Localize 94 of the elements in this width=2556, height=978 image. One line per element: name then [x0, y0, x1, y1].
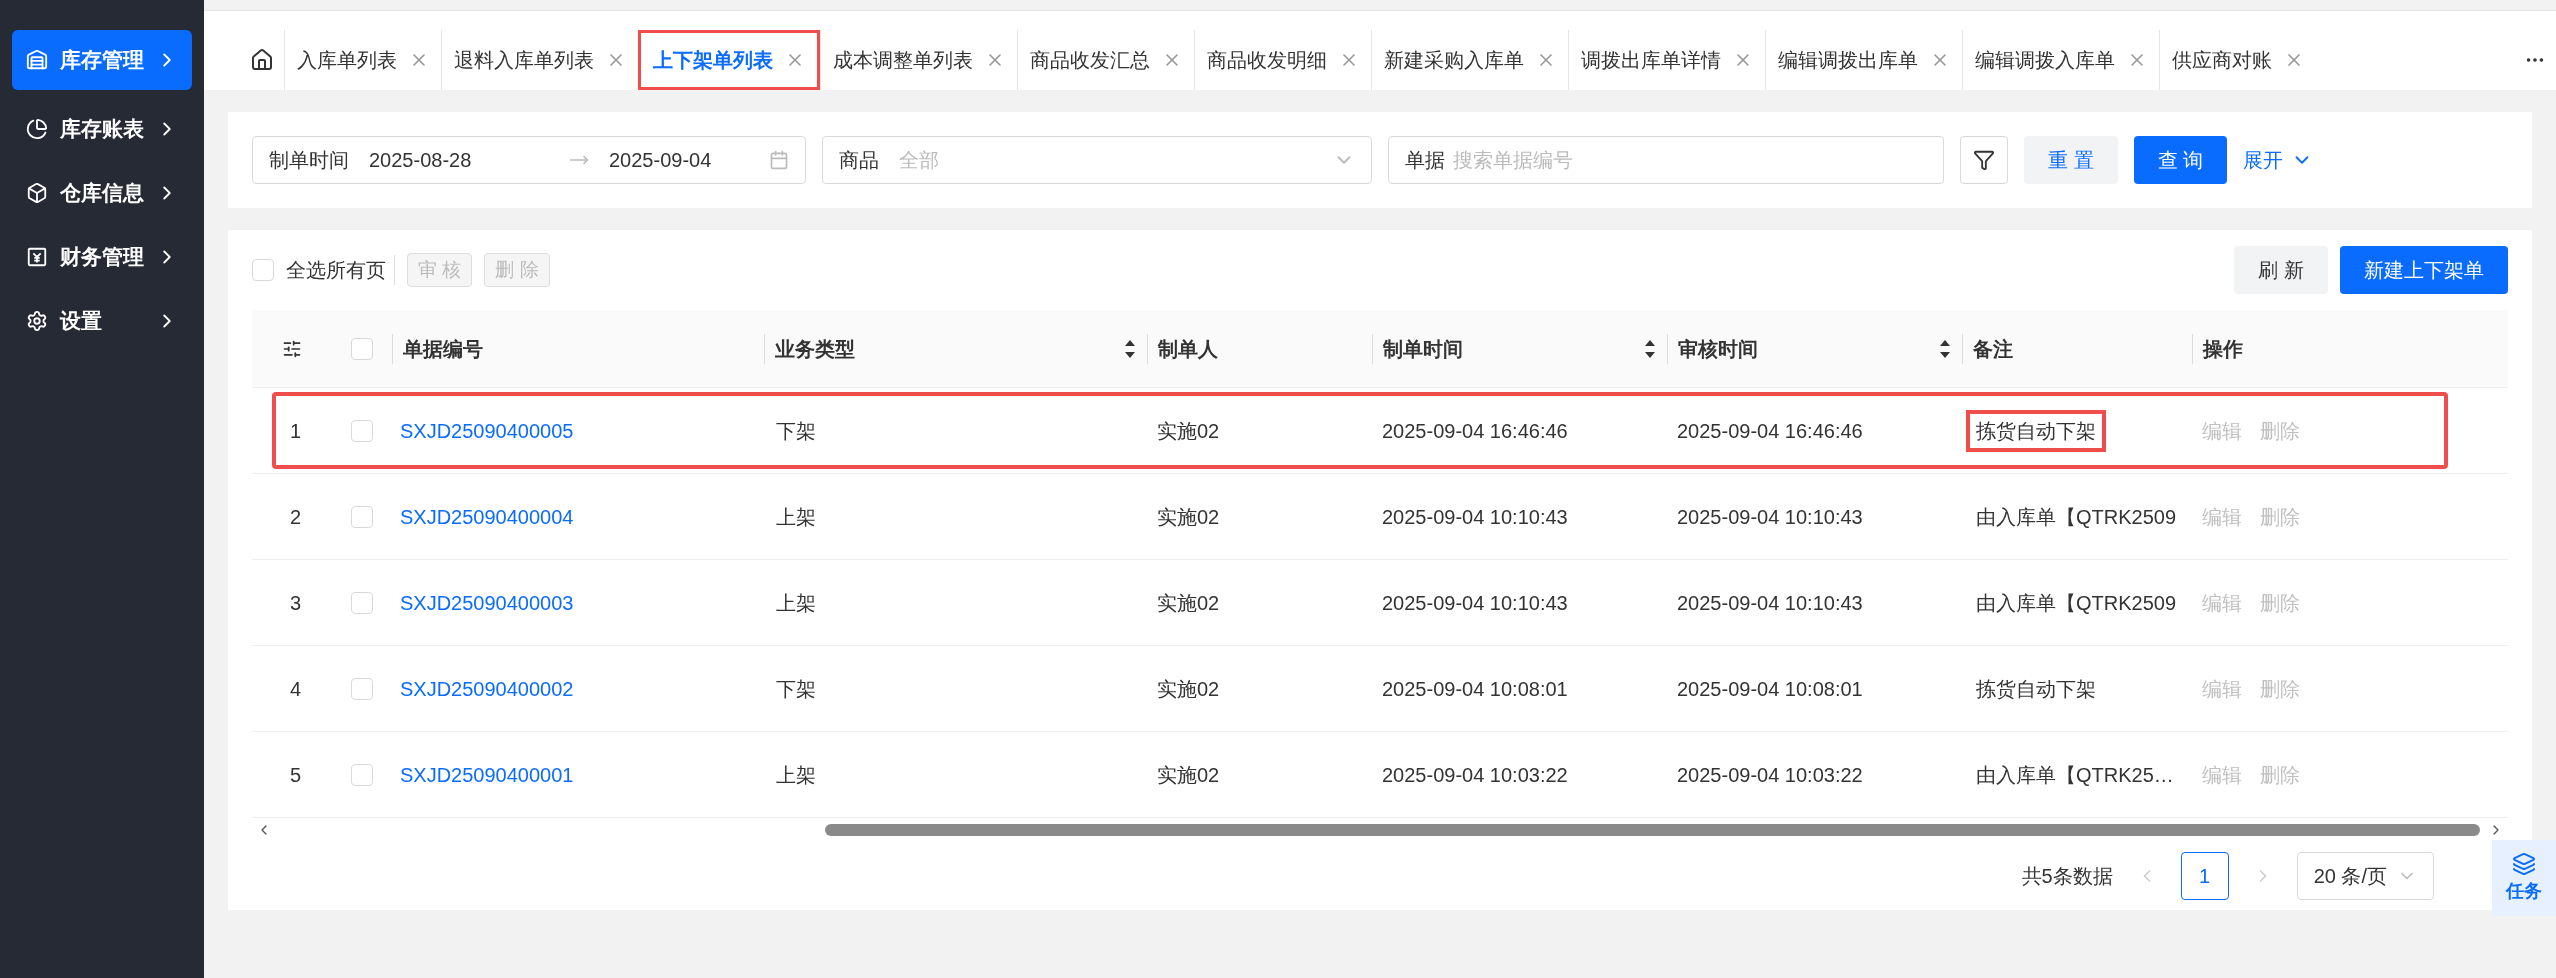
- tab[interactable]: 上下架单列表: [638, 30, 820, 90]
- settings-icon: [26, 310, 48, 332]
- row-checkbox[interactable]: [351, 505, 373, 528]
- table-cell-text: 下架: [775, 418, 817, 444]
- table-cell-text: 2025-09-04 10:08:01: [1381, 676, 1569, 702]
- product-select[interactable]: 商品 全部: [822, 136, 1372, 184]
- row-index: 1: [290, 418, 303, 444]
- home-icon[interactable]: [250, 48, 274, 72]
- tab[interactable]: 调拨出库单详情: [1568, 30, 1765, 90]
- doc-search-field[interactable]: 单据 搜索单据编号: [1388, 136, 1944, 184]
- table-cell-text: 2025-09-04 10:03:22: [1381, 762, 1569, 788]
- tab[interactable]: 商品收发明细: [1194, 30, 1371, 90]
- document-number-link[interactable]: SXJD25090400005: [392, 415, 764, 446]
- query-button[interactable]: 查 询: [2133, 136, 2228, 184]
- row-checkbox[interactable]: [351, 419, 373, 442]
- table-row[interactable]: 1 SXJD25090400005 下架 实施02 2025-09-04 16:46:46 2025-09-04 16:46:46 拣货自动下架 编辑 删除: [252, 388, 2508, 474]
- table-cell-text: 2025-09-04 10:03:22: [1676, 762, 1864, 788]
- column-settings-icon[interactable]: [282, 338, 302, 359]
- expand-link[interactable]: 展开: [2243, 145, 2314, 175]
- table-cell-text: 2025-09-04 10:10:43: [1381, 504, 1569, 530]
- row-index: 3: [290, 590, 303, 616]
- yuan-box-icon: [26, 246, 48, 268]
- warehouse-icon: [26, 49, 48, 71]
- row-checkbox[interactable]: [351, 763, 373, 786]
- table-cell-text: 上架: [775, 590, 817, 616]
- page-button[interactable]: 1: [2180, 852, 2229, 900]
- table-row[interactable]: 3 SXJD25090400003 上架 实施02 2025-09-04 10:10:43 2025-09-04 10:10:43 由入库单【QTRK2509 编辑 删除: [252, 560, 2508, 646]
- row-checkbox[interactable]: [351, 591, 373, 614]
- table-cell-text: 实施02: [1156, 590, 1221, 616]
- table-cell-text: 实施02: [1156, 762, 1221, 788]
- refresh-button[interactable]: 刷 新: [2234, 246, 2328, 294]
- sidebar-item[interactable]: 仓库信息: [12, 168, 192, 218]
- cube-icon: [26, 182, 48, 204]
- column-title: 制单时间: [1383, 336, 1463, 362]
- page-size-select[interactable]: 20 条/页: [2296, 852, 2434, 900]
- tab[interactable]: 商品收发汇总: [1017, 30, 1194, 90]
- create-button[interactable]: 新建上下架单: [2340, 246, 2508, 294]
- table-cell-text: 2025-09-04 10:10:43: [1676, 504, 1864, 530]
- table-cell-text: 下架: [775, 676, 817, 702]
- select-all-label[interactable]: 全选所有页: [286, 255, 395, 285]
- total-count: 共5条数据: [2021, 864, 2113, 889]
- tab[interactable]: 成本调整单列表: [820, 30, 1017, 90]
- row-index: 4: [290, 676, 303, 702]
- pie-chart-icon: [26, 118, 48, 140]
- column-title: 单据编号: [403, 336, 483, 362]
- remark-cell-text: 由入库单【QTRK2509: [1975, 504, 2178, 530]
- table-cell-text: 2025-09-04 10:10:43: [1381, 590, 1569, 616]
- tab[interactable]: 编辑调拨入库单: [1962, 30, 2159, 90]
- table-cell-text: 上架: [775, 762, 817, 788]
- tab[interactable]: 退料入库单列表: [441, 30, 638, 90]
- table-cell-text: 实施02: [1156, 504, 1221, 530]
- sidebar-item[interactable]: 财务管理: [12, 232, 192, 282]
- doc-search-input[interactable]: 搜索单据编号: [1453, 145, 1927, 175]
- tab[interactable]: 新建采购入库单: [1371, 30, 1568, 90]
- calendar-icon: [769, 150, 789, 170]
- header-checkbox[interactable]: [351, 337, 373, 360]
- table-cell-text: 2025-09-04 10:08:01: [1676, 676, 1864, 702]
- table-cell-text: 2025-09-04 16:46:46: [1381, 418, 1569, 444]
- column-title: 操作: [2203, 336, 2243, 362]
- tab[interactable]: 入库单列表: [284, 30, 441, 90]
- row-index: 5: [290, 762, 303, 788]
- filter-icon[interactable]: [1960, 136, 2008, 184]
- table-row[interactable]: 4 SXJD25090400002 下架 实施02 2025-09-04 10:08:01 2025-09-04 10:08:01 拣货自动下架 编辑 删除: [252, 646, 2508, 732]
- remark-cell-text: 由入库单【QTRK2509: [1975, 590, 2178, 616]
- sidebar-item[interactable]: 库存管理: [12, 30, 192, 90]
- layers-icon: [2512, 851, 2536, 876]
- tab[interactable]: 编辑调拨出库单: [1765, 30, 1962, 90]
- document-number-link[interactable]: SXJD25090400003: [392, 587, 764, 618]
- tab[interactable]: 供应商对账: [2159, 30, 2316, 90]
- row-checkbox[interactable]: [351, 677, 373, 700]
- column-title: 备注: [1973, 336, 2013, 362]
- date-range-field[interactable]: 制单时间 2025-08-28 2025-09-04: [252, 136, 806, 184]
- table-cell-text: 2025-09-04 16:46:46: [1676, 418, 1864, 444]
- table-row[interactable]: 5 SXJD25090400001 上架 实施02 2025-09-04 10:03:22 2025-09-04 10:03:22 由入库单【QTRK25… 编辑 删除: [252, 732, 2508, 818]
- table-cell-text: 上架: [775, 504, 817, 530]
- column-title: 审核时间: [1678, 336, 1758, 362]
- table-cell-text: 2025-09-04 10:10:43: [1676, 590, 1864, 616]
- reset-button[interactable]: 重 置: [2024, 136, 2118, 184]
- remark-cell-text: 由入库单【QTRK25…: [1975, 762, 2175, 788]
- table-cell-text: 实施02: [1156, 418, 1221, 444]
- document-number-link[interactable]: SXJD25090400001: [392, 759, 764, 790]
- column-title: 制单人: [1158, 336, 1218, 362]
- task-button[interactable]: 任务: [2492, 840, 2556, 916]
- table-row[interactable]: 2 SXJD25090400004 上架 实施02 2025-09-04 10:10:43 2025-09-04 10:10:43 由入库单【QTRK2509 编辑 删除: [252, 474, 2508, 560]
- remark-cell-text: 拣货自动下架: [1975, 676, 2097, 702]
- table-cell-text: 实施02: [1156, 676, 1221, 702]
- select-all-checkbox[interactable]: [252, 259, 274, 281]
- row-index: 2: [290, 504, 303, 530]
- remark-cell: 拣货自动下架: [1966, 409, 2106, 452]
- sidebar-item[interactable]: 库存账表: [12, 104, 192, 154]
- document-number-link[interactable]: SXJD25090400002: [392, 673, 764, 704]
- document-number-link[interactable]: SXJD25090400004: [392, 501, 764, 532]
- sidebar-item[interactable]: 设置: [12, 296, 192, 346]
- column-title: 业务类型: [775, 336, 855, 362]
